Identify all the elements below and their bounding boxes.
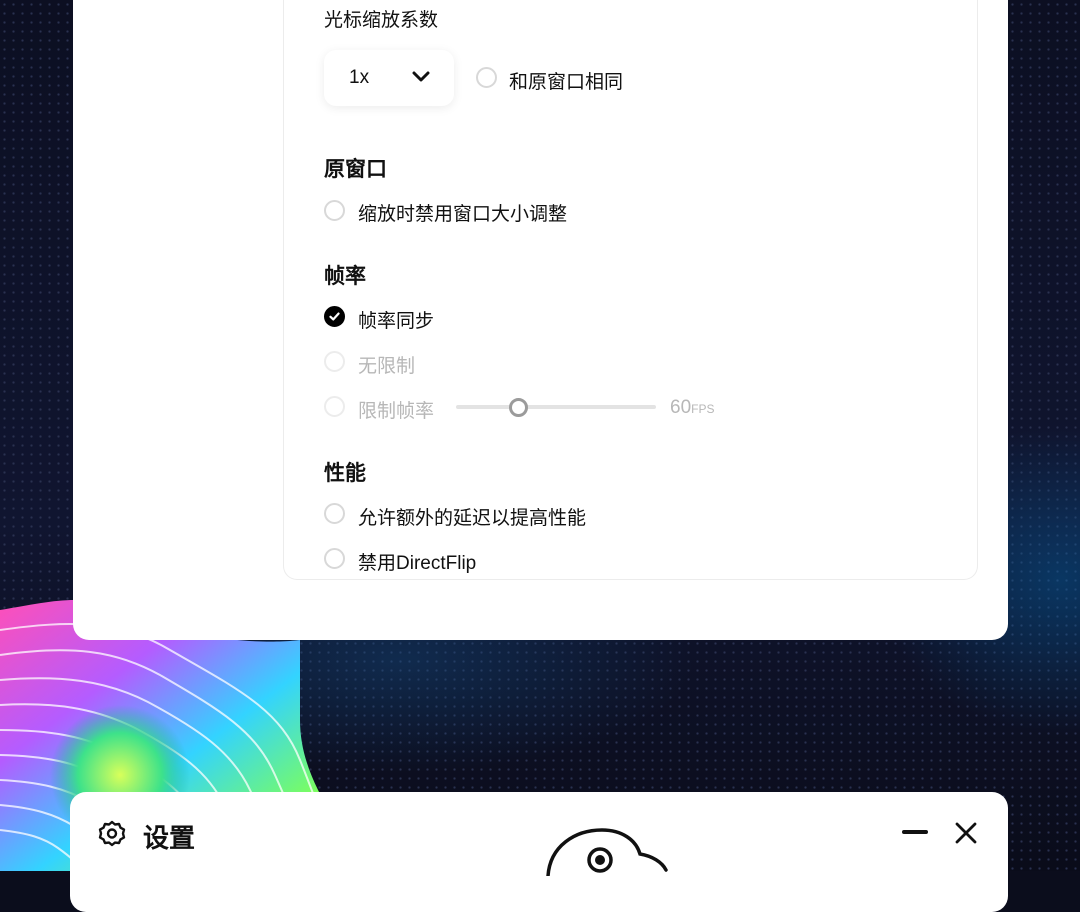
settings-title: 设置 bbox=[143, 823, 196, 853]
frame-sync-label: 帧率同步 bbox=[358, 311, 435, 332]
fps-slider-thumb[interactable] bbox=[509, 398, 528, 417]
chevron-down-icon bbox=[412, 71, 430, 82]
disable-directflip-checkbox[interactable] bbox=[324, 548, 345, 569]
minimize-button[interactable] bbox=[902, 830, 928, 834]
fps-slider-track[interactable] bbox=[456, 405, 656, 409]
limit-frame-rate-radio[interactable] bbox=[324, 396, 345, 417]
allow-latency-checkbox[interactable] bbox=[324, 503, 345, 524]
limit-frame-rate-label: 限制帧率 bbox=[358, 401, 435, 422]
scaling-config-window: 光标缩放系数 1x 和原窗口相同 原窗口 缩放时禁用窗口大小调整 帧率 帧率同步… bbox=[73, 0, 1008, 640]
disable-directflip-label: 禁用DirectFlip bbox=[358, 553, 477, 574]
disable-resize-label: 缩放时禁用窗口大小调整 bbox=[358, 204, 568, 225]
performance-heading: 性能 bbox=[324, 462, 366, 485]
fps-value: 60FPS bbox=[670, 397, 715, 418]
cursor-scale-value: 1x bbox=[349, 67, 370, 88]
same-as-original-checkbox[interactable] bbox=[476, 67, 497, 88]
gear-icon bbox=[98, 820, 126, 847]
scaling-options-card: 光标缩放系数 1x 和原窗口相同 原窗口 缩放时禁用窗口大小调整 帧率 帧率同步… bbox=[283, 0, 978, 580]
cursor-scale-label: 光标缩放系数 bbox=[324, 10, 439, 31]
allow-latency-label: 允许额外的延迟以提高性能 bbox=[358, 508, 587, 529]
original-window-heading: 原窗口 bbox=[324, 158, 387, 181]
close-icon[interactable] bbox=[954, 821, 978, 845]
check-icon bbox=[329, 312, 340, 321]
unlimited-radio[interactable] bbox=[324, 351, 345, 372]
cursor-scale-dropdown[interactable]: 1x bbox=[324, 50, 454, 106]
frame-sync-radio[interactable] bbox=[324, 306, 345, 327]
same-as-original-label: 和原窗口相同 bbox=[509, 72, 624, 93]
frame-rate-heading: 帧率 bbox=[324, 265, 366, 288]
settings-window: 设置 bbox=[70, 792, 1008, 912]
unlimited-label: 无限制 bbox=[358, 356, 416, 377]
disable-resize-checkbox[interactable] bbox=[324, 200, 345, 221]
mascot-icon bbox=[546, 828, 668, 876]
